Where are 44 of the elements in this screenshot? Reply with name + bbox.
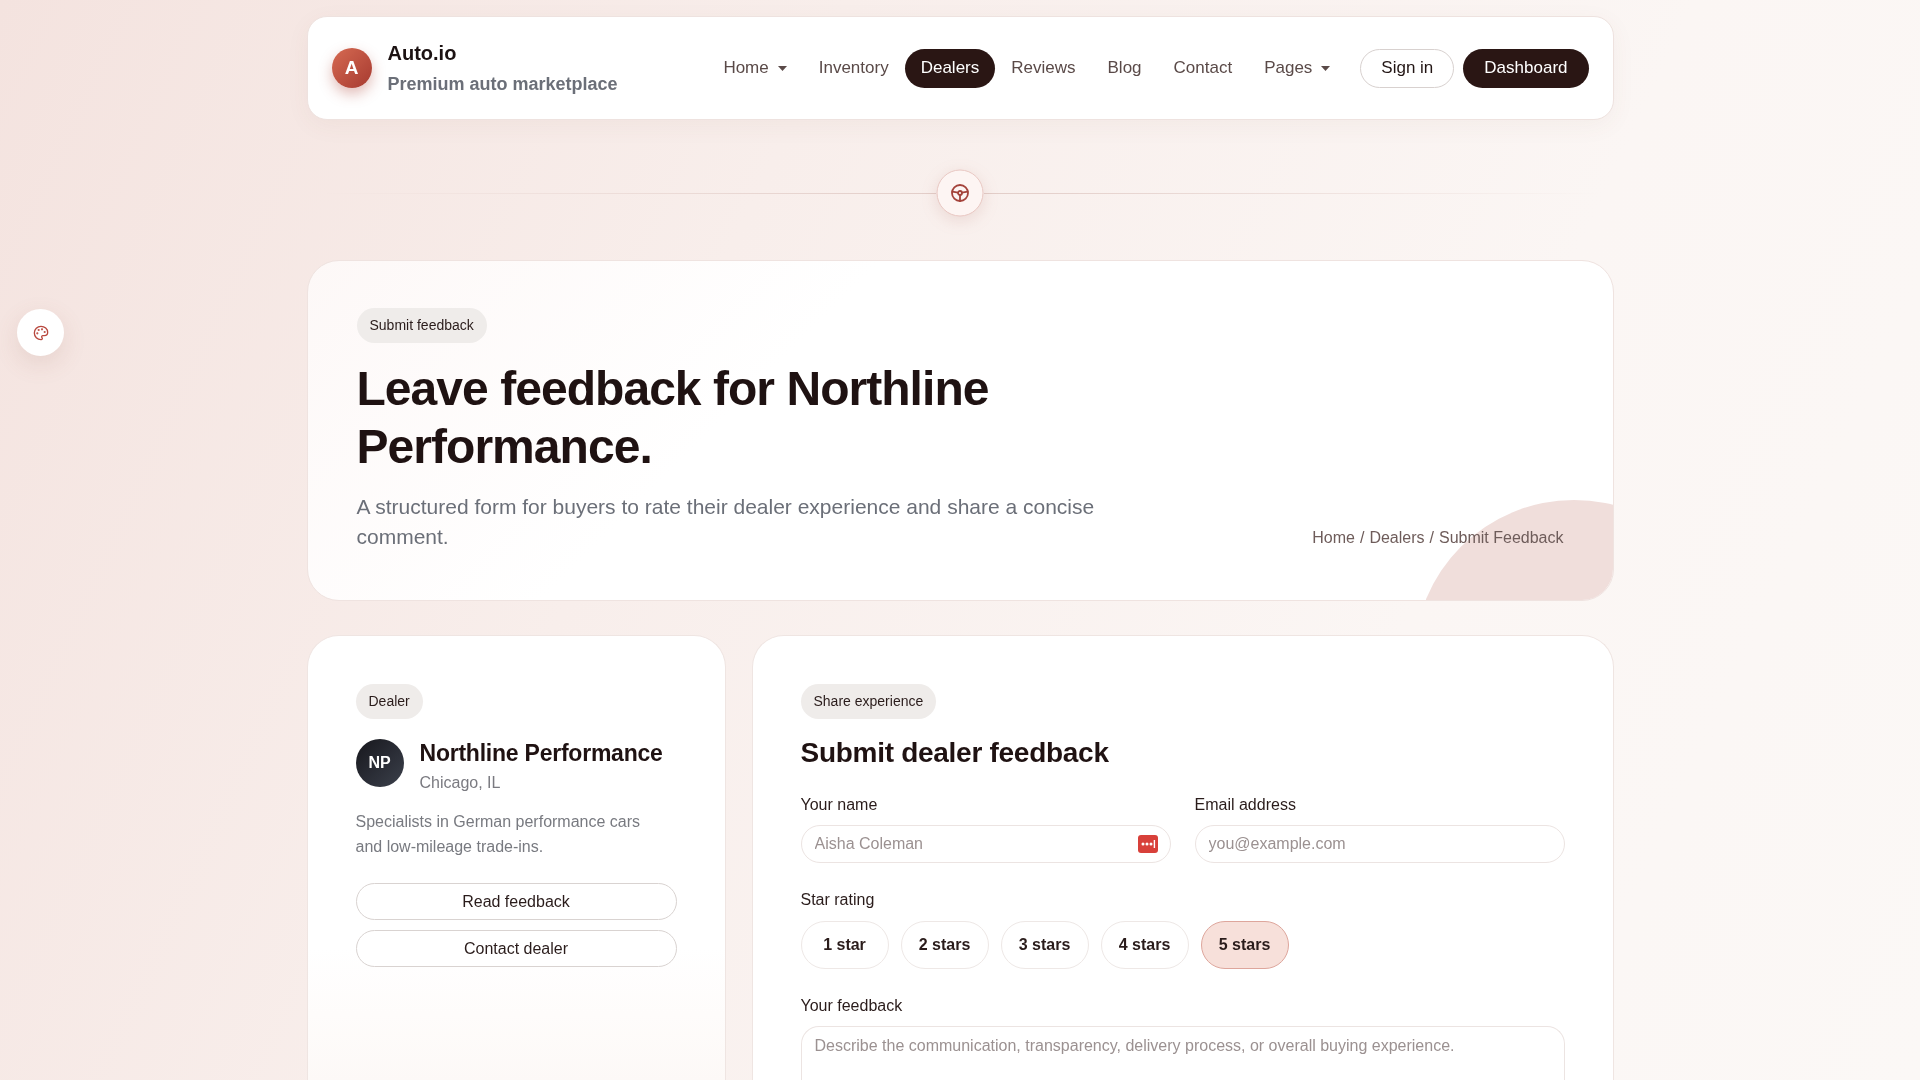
form-title: Submit dealer feedback: [800, 736, 1109, 770]
dealer-location: Chicago, IL: [419, 773, 502, 793]
brand-name: Auto.io: [387, 40, 458, 66]
rating-option[interactable]: 2 stars: [900, 921, 989, 969]
section-tag: Share experience: [800, 684, 937, 719]
nav-link[interactable]: Contact: [1157, 48, 1249, 88]
field-label: Email address: [1194, 795, 1297, 815]
feedback-field[interactable]: Describe the communication, transparency, delivery process, or overall buying experience.: [800, 1026, 1565, 1080]
breadcrumb-link[interactable]: Home: [1312, 526, 1355, 550]
rating-option[interactable]: 5 stars: [1200, 921, 1289, 969]
nav-link[interactable]: Blog: [1091, 48, 1158, 88]
dealer-action-button[interactable]: Read feedback: [355, 883, 677, 920]
breadcrumb-link[interactable]: Submit Feedback: [1439, 526, 1564, 550]
rating-option[interactable]: 3 stars: [1000, 921, 1089, 969]
field-label: Your feedback: [800, 996, 903, 1016]
breadcrumb-link[interactable]: Dealers: [1369, 526, 1425, 550]
breadcrumb-separator: /: [1429, 528, 1434, 548]
nav-link[interactable]: Reviews: [995, 48, 1092, 88]
dealer-description: Specialists in German performance cars and low-mileage trade-ins.: [355, 812, 642, 857]
dealer-name: Northline Performance: [419, 739, 663, 767]
input-field[interactable]: Aisha Coleman: [800, 825, 1171, 863]
sign-in-button[interactable]: Sign in: [1360, 48, 1455, 88]
field-label: Your name: [800, 795, 879, 815]
section-tag: Dealer: [355, 684, 423, 719]
nav-link[interactable]: Pages: [1248, 48, 1347, 88]
dealer-action-button[interactable]: Contact dealer: [355, 930, 677, 967]
page-title: Leave feedback for Northline Performance.: [356, 361, 990, 475]
logo-mark: A: [331, 48, 372, 88]
theme-button[interactable]: [17, 309, 64, 356]
dashboard-button[interactable]: Dashboard: [1463, 48, 1589, 88]
nav-link[interactable]: Home: [707, 48, 803, 88]
section-tag: Submit feedback: [356, 308, 487, 343]
palette-icon: [32, 324, 49, 341]
field-label: Star rating: [800, 890, 875, 910]
page-subtitle: A structured form for buyers to rate their dealer experience and share a concise comment.: [356, 494, 1096, 550]
nav-link[interactable]: Dealers: [904, 48, 996, 88]
rating-option[interactable]: 4 stars: [1100, 921, 1189, 969]
rating-option[interactable]: 1 star: [800, 921, 889, 969]
breadcrumb-separator: /: [1359, 528, 1365, 548]
brand-tagline: Premium auto marketplace: [387, 72, 618, 96]
dealer-avatar: NP: [355, 739, 404, 787]
input-field[interactable]: you@example.com: [1194, 825, 1565, 863]
steering-wheel-icon: [936, 169, 984, 217]
nav-link[interactable]: Inventory: [802, 48, 905, 88]
